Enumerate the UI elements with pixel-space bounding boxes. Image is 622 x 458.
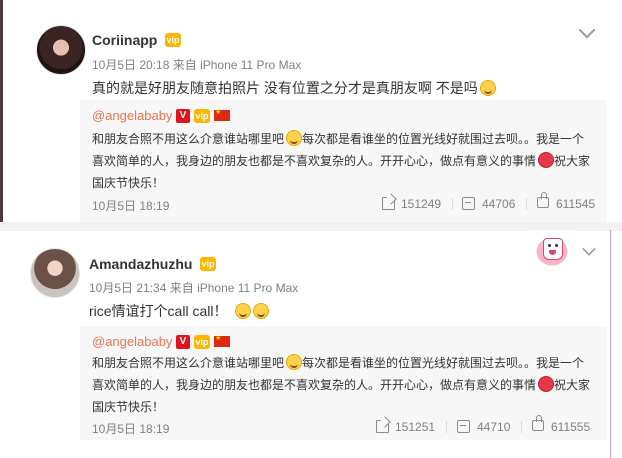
repost-text: 每次都是看谁坐的位置光线好就围过去呗。。我是一个 <box>302 356 585 370</box>
heart-emoji-icon <box>538 376 555 392</box>
repost-count[interactable]: 151249 <box>401 197 441 211</box>
repost-text: 每次都是看谁坐的位置光线好就围过去呗。。我是一个 <box>302 132 585 146</box>
weibo-post: Coriinapp vip 10月5日 20:18 来自 iPhone 11 P… <box>0 0 622 222</box>
repost-text-line: 和朋友合照不用这么介意谁站哪里吧 每次都是看谁坐的位置光线好就围过去呗。。我是一个 <box>92 128 584 150</box>
comment-icon[interactable] <box>462 197 475 210</box>
repost-text-line: 国庆节快乐！ <box>92 396 164 418</box>
repost-date[interactable]: 10月5日 18:19 <box>92 197 169 214</box>
laugh-emoji-icon <box>286 130 303 146</box>
divider <box>526 198 527 210</box>
post-username[interactable]: Amandazhuzhu <box>89 256 192 272</box>
divider <box>521 421 522 433</box>
vip-badge-icon[interactable]: vip <box>165 33 181 47</box>
china-flag-icon <box>214 334 230 347</box>
repost-text: 国庆节快乐！ <box>92 176 165 190</box>
repost-text: 祝大家 <box>554 154 591 168</box>
repost-text: 喜欢简单的人，我身边的朋友也都是不喜欢复杂的人。开开心心，做点有意义的事情 <box>92 378 537 392</box>
avatar[interactable] <box>36 25 86 75</box>
comment-icon[interactable] <box>457 420 470 433</box>
post-meta: 10月5日 21:34 来自 iPhone 11 Pro Max <box>89 279 298 296</box>
post-username[interactable]: Coriinapp <box>92 32 157 48</box>
divider <box>446 421 447 433</box>
repost-text: 喜欢简单的人，我身边的朋友也都是不喜欢复杂的人。开开心心，做点有意义的事情 <box>92 154 537 168</box>
comment-count[interactable]: 44710 <box>477 420 510 434</box>
repost-text: 和朋友合照不用这么介意谁站哪里吧 <box>92 356 285 370</box>
repost-text-line: 喜欢简单的人，我身边的朋友也都是不喜欢复杂的人。开开心心，做点有意义的事情 祝大家 <box>92 150 590 172</box>
laugh-emoji-icon <box>235 303 252 319</box>
china-flag-icon <box>214 108 230 121</box>
repost-text-line: 和朋友合照不用这么介意谁站哪里吧 每次都是看谁坐的位置光线好就围过去呗。。我是一个 <box>92 352 584 374</box>
laugh-emoji-icon <box>479 80 496 96</box>
chevron-down-icon[interactable] <box>578 21 596 39</box>
repost-username[interactable]: @angelababy <box>92 334 172 349</box>
post-content: rice情谊打个call call！ <box>89 301 270 321</box>
repost-text: 祝大家 <box>554 378 591 392</box>
repost-count[interactable]: 151251 <box>395 420 435 434</box>
vip-badge-icon[interactable]: vip <box>194 109 210 123</box>
repost-text: 国庆节快乐！ <box>92 400 165 414</box>
decor-line <box>610 230 611 458</box>
vip-badge-icon[interactable]: vip <box>200 257 216 271</box>
post-meta: 10月5日 20:18 来自 iPhone 11 Pro Max <box>92 56 301 73</box>
repost-icon[interactable] <box>382 197 395 210</box>
like-icon[interactable] <box>537 192 549 208</box>
post-source[interactable]: 来自 iPhone 11 Pro Max <box>173 58 302 72</box>
comment-count[interactable]: 44706 <box>482 197 515 211</box>
laugh-emoji-icon <box>253 303 270 319</box>
repost-text-line: 喜欢简单的人，我身边的朋友也都是不喜欢复杂的人。开开心心，做点有意义的事情 祝大家 <box>92 374 590 396</box>
avatar[interactable] <box>30 248 80 298</box>
repost-card[interactable]: @angelababy V vip 和朋友合照不用这么介意谁站哪里吧 每次都是看谁… <box>80 100 607 222</box>
sticker-icon <box>528 230 576 266</box>
vip-badge-icon[interactable]: vip <box>194 335 210 349</box>
post-time[interactable]: 10月5日 20:18 <box>92 58 169 72</box>
post-time[interactable]: 10月5日 21:34 <box>89 281 166 295</box>
like-icon[interactable] <box>532 415 544 431</box>
post-text: rice情谊打个call call！ <box>89 303 228 319</box>
verified-icon[interactable]: V <box>176 109 190 123</box>
heart-emoji-icon <box>538 152 555 168</box>
repost-icon[interactable] <box>376 420 389 433</box>
repost-text: 和朋友合照不用这么介意谁站哪里吧 <box>92 132 285 146</box>
laugh-emoji-icon <box>286 354 303 370</box>
verified-icon[interactable]: V <box>176 335 190 349</box>
post-text: 真的就是好朋友随意拍照片 没有位置之分才是真朋友啊 不是吗 <box>92 80 478 96</box>
sticker-character-icon <box>543 238 563 260</box>
post-content: 真的就是好朋友随意拍照片 没有位置之分才是真朋友啊 不是吗 <box>92 78 496 98</box>
like-count[interactable]: 611545 <box>556 197 595 211</box>
repost-username[interactable]: @angelababy <box>92 108 172 123</box>
like-count[interactable]: 611555 <box>551 420 590 434</box>
divider <box>452 198 453 210</box>
post-source[interactable]: 来自 iPhone 11 Pro Max <box>170 281 299 295</box>
repost-text-line: 国庆节快乐！ <box>92 172 164 194</box>
repost-date[interactable]: 10月5日 18:19 <box>92 420 169 437</box>
repost-card[interactable]: @angelababy V vip 和朋友合照不用这么介意谁站哪里吧 每次都是看谁… <box>80 326 607 440</box>
